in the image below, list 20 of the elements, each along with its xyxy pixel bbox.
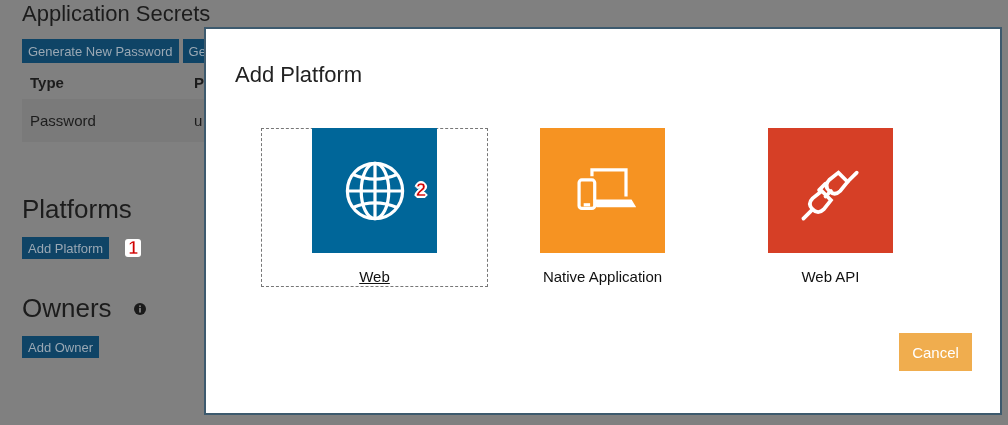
platform-option[interactable]: Native Application: [489, 128, 716, 287]
platform-option[interactable]: Web API: [717, 128, 944, 287]
platform-label: Web API: [801, 268, 860, 285]
section-title: Platforms: [22, 194, 132, 225]
column-header: Type: [29, 73, 65, 91]
dialog-title: Add Platform: [235, 62, 364, 88]
platform-label: Web: [359, 268, 390, 285]
platform-label: Native Application: [542, 268, 663, 285]
page-title: Application Secrets: [22, 0, 211, 27]
add-button[interactable]: Add Owner: [22, 336, 100, 358]
platform-option[interactable]: 2 Web: [261, 128, 488, 287]
section-title: Owners: [22, 293, 112, 324]
generate-button[interactable]: Generate New Password: [22, 39, 179, 63]
info-icon[interactable]: [133, 302, 146, 315]
column-header: P: [194, 73, 204, 91]
step-number: 1: [125, 239, 142, 257]
table-cell: u: [194, 112, 204, 129]
add-button[interactable]: Add Platform: [22, 237, 110, 259]
step-number: 2: [416, 180, 426, 201]
table-cell-text: Password: [29, 112, 97, 129]
